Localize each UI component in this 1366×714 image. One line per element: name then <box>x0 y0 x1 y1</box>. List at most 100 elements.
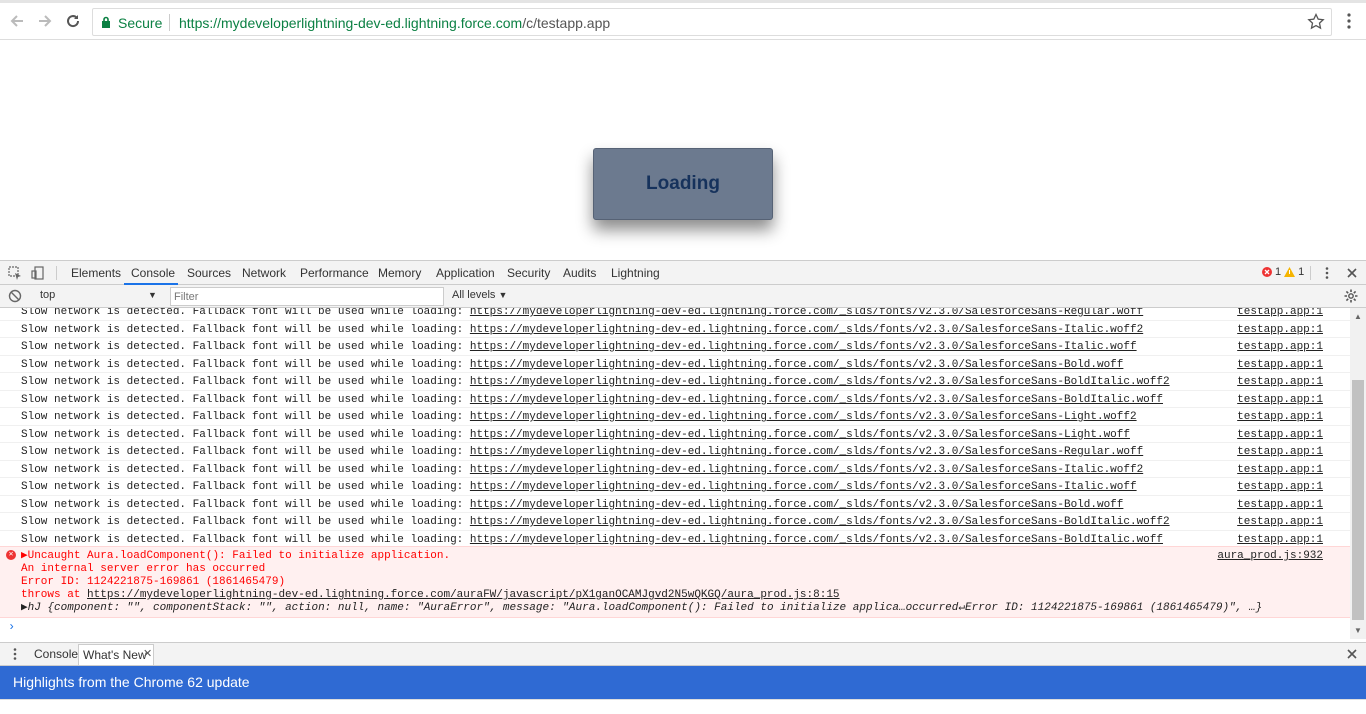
log-prefix: Slow network is detected. Fallback font … <box>21 323 470 336</box>
log-message: Slow network is detected. Fallback font … <box>21 444 1143 460</box>
tab-audits[interactable]: Audits <box>563 266 596 280</box>
scroll-thumb[interactable] <box>1352 380 1364 620</box>
inspect-element-icon[interactable] <box>8 266 22 280</box>
log-url-link[interactable]: https://mydeveloperlightning-dev-ed.ligh… <box>470 324 1143 336</box>
close-devtools-icon[interactable] <box>1345 266 1359 280</box>
log-url-link[interactable]: https://mydeveloperlightning-dev-ed.ligh… <box>470 534 1163 546</box>
loading-label: Loading <box>646 173 720 194</box>
log-prefix: Slow network is detected. Fallback font … <box>21 376 470 388</box>
tab-console[interactable]: Console <box>131 266 175 280</box>
tab-sources[interactable]: Sources <box>187 266 231 280</box>
log-source-link[interactable]: testapp.app:1 <box>1237 514 1323 530</box>
log-url-link[interactable]: https://mydeveloperlightning-dev-ed.ligh… <box>470 464 1143 476</box>
log-message: Slow network is detected. Fallback font … <box>21 427 1130 443</box>
levels-label: All levels <box>452 289 496 301</box>
log-source-link[interactable]: testapp.app:1 <box>1237 374 1323 390</box>
console-prompt-icon[interactable]: › <box>8 620 15 634</box>
console-filter-bar: top ▼ All levels ▼ <box>0 285 1366 308</box>
close-tab-icon[interactable]: ✕ <box>143 647 152 660</box>
error-object-line[interactable]: ▶hJ {component: "", componentStack: "", … <box>21 602 1262 615</box>
log-prefix: Slow network is detected. Fallback font … <box>21 308 470 318</box>
log-url-link[interactable]: https://mydeveloperlightning-dev-ed.ligh… <box>470 516 1170 528</box>
context-selector[interactable]: top <box>32 289 160 301</box>
log-prefix: Slow network is detected. Fallback font … <box>21 446 470 458</box>
log-message: Slow network is detected. Fallback font … <box>21 479 1137 495</box>
tab-memory[interactable]: Memory <box>378 266 421 280</box>
log-message: Slow network is detected. Fallback font … <box>21 374 1170 390</box>
forward-button[interactable] <box>34 10 56 32</box>
log-row: Slow network is detected. Fallback font … <box>0 338 1350 356</box>
close-drawer-icon[interactable] <box>1345 647 1359 661</box>
whats-new-title: Highlights from the Chrome 62 update <box>13 674 250 690</box>
scroll-up-icon[interactable]: ▲ <box>1354 312 1362 321</box>
whats-new-label: What's New <box>83 648 147 662</box>
log-url-link[interactable]: https://mydeveloperlightning-dev-ed.ligh… <box>470 499 1124 511</box>
log-url-link[interactable]: https://mydeveloperlightning-dev-ed.ligh… <box>470 376 1170 388</box>
log-url-link[interactable]: https://mydeveloperlightning-dev-ed.ligh… <box>470 308 1143 318</box>
drawer-tab-console[interactable]: Console <box>34 647 78 661</box>
log-source-link[interactable]: testapp.app:1 <box>1237 409 1323 425</box>
browser-toolbar: Secure https://mydeveloperlightning-dev-… <box>0 3 1366 40</box>
status-separator <box>1310 266 1311 280</box>
log-message: Slow network is detected. Fallback font … <box>21 497 1123 513</box>
back-button[interactable] <box>6 10 28 32</box>
console-filter-input[interactable] <box>170 287 444 306</box>
reload-icon <box>67 15 80 28</box>
devtools-menu-icon[interactable] <box>1320 266 1334 280</box>
log-url-link[interactable]: https://mydeveloperlightning-dev-ed.ligh… <box>470 429 1130 441</box>
log-source-link[interactable]: testapp.app:1 <box>1237 308 1323 320</box>
log-levels-select[interactable]: All levels ▼ <box>452 289 507 301</box>
log-row: Slow network is detected. Fallback font … <box>0 373 1350 391</box>
log-source-link[interactable]: testapp.app:1 <box>1237 497 1323 513</box>
tab-network[interactable]: Network <box>242 266 286 280</box>
tab-lightning[interactable]: Lightning <box>611 266 660 280</box>
log-message: Slow network is detected. Fallback font … <box>21 357 1123 373</box>
log-url-link[interactable]: https://mydeveloperlightning-dev-ed.ligh… <box>470 446 1143 458</box>
log-source-link[interactable]: testapp.app:1 <box>1237 392 1323 408</box>
drawer-menu-icon[interactable] <box>8 647 22 661</box>
log-source-link[interactable]: testapp.app:1 <box>1237 462 1323 478</box>
log-prefix: Slow network is detected. Fallback font … <box>21 411 470 423</box>
log-url-link[interactable]: https://mydeveloperlightning-dev-ed.ligh… <box>470 341 1137 353</box>
log-source-link[interactable]: testapp.app:1 <box>1237 322 1323 338</box>
log-source-link[interactable]: testapp.app:1 <box>1237 427 1323 443</box>
drawer-tab-whats-new[interactable]: What's New ✕ <box>78 644 154 665</box>
browser-menu-button[interactable] <box>1340 10 1358 32</box>
context-value: top <box>40 289 56 301</box>
levels-dropdown-icon: ▼ <box>498 290 508 300</box>
tab-security[interactable]: Security <box>507 266 550 280</box>
clear-console-icon[interactable] <box>8 289 22 303</box>
url-text[interactable]: https://mydeveloperlightning-dev-ed.ligh… <box>179 15 610 31</box>
error-source-link[interactable]: aura_prod.js:932 <box>1217 550 1323 563</box>
log-url-link[interactable]: https://mydeveloperlightning-dev-ed.ligh… <box>470 359 1124 371</box>
log-prefix: Slow network is detected. Fallback font … <box>21 393 470 406</box>
error-title-line[interactable]: ▶Uncaught Aura.loadComponent(): Failed t… <box>21 550 450 563</box>
tab-performance[interactable]: Performance <box>300 266 369 280</box>
console-settings-gear-icon[interactable] <box>1344 289 1358 303</box>
log-message: Slow network is detected. Fallback font … <box>21 409 1137 425</box>
bookmark-star-icon[interactable] <box>1307 13 1325 31</box>
expand-triangle-icon: ▶ <box>21 550 28 562</box>
log-row: Slow network is detected. Fallback font … <box>0 321 1350 338</box>
throws-link[interactable]: https://mydeveloperlightning-dev-ed.ligh… <box>87 589 840 601</box>
error-line-2: An internal server error has occurred <box>21 563 266 575</box>
console-scrollbar[interactable]: ▲ ▼ <box>1350 308 1366 639</box>
object-expand-icon: ▶ <box>21 602 28 614</box>
log-source-link[interactable]: testapp.app:1 <box>1237 479 1323 495</box>
tab-elements[interactable]: Elements <box>71 266 121 280</box>
error-warning-counter[interactable]: 1 1 <box>1262 266 1304 278</box>
log-url-link[interactable]: https://mydeveloperlightning-dev-ed.ligh… <box>470 481 1137 493</box>
log-source-link[interactable]: testapp.app:1 <box>1237 357 1323 373</box>
error-count: 1 <box>1275 266 1282 278</box>
device-toolbar-icon[interactable] <box>31 266 45 280</box>
log-url-link[interactable]: https://mydeveloperlightning-dev-ed.ligh… <box>470 411 1137 423</box>
tab-application[interactable]: Application <box>436 266 495 280</box>
log-url-link[interactable]: https://mydeveloperlightning-dev-ed.ligh… <box>470 394 1163 406</box>
scroll-down-icon[interactable]: ▼ <box>1354 626 1362 635</box>
address-bar[interactable]: Secure https://mydeveloperlightning-dev-… <box>92 8 1332 36</box>
reload-button[interactable] <box>62 10 84 32</box>
log-prefix: Slow network is detected. Fallback font … <box>21 463 470 476</box>
log-source-link[interactable]: testapp.app:1 <box>1237 339 1323 355</box>
log-source-link[interactable]: testapp.app:1 <box>1237 444 1323 460</box>
kebab-menu-icon <box>1347 13 1351 29</box>
